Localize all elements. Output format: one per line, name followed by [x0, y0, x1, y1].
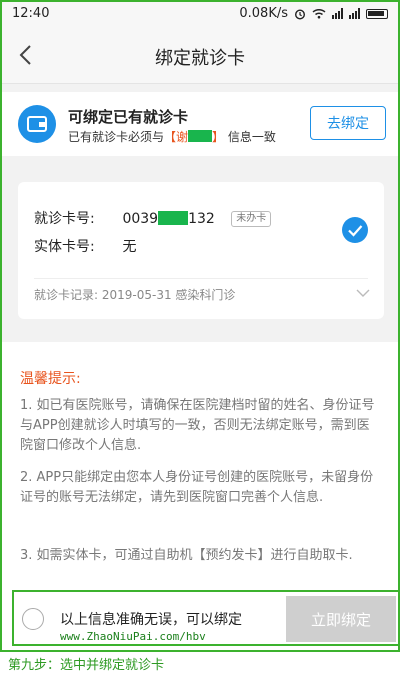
confirm-text[interactable]: 以上信息准确无误，可以绑定	[60, 609, 242, 629]
clock: 12:40	[12, 6, 50, 21]
tip-item-3: 3. 如需实体卡，可通过自助机【预约发卡】进行自助取卡.	[20, 548, 353, 563]
checkmark-icon[interactable]	[342, 217, 368, 243]
redacted-name	[188, 130, 213, 142]
divider	[34, 278, 368, 279]
physical-card-row: 实体卡号: 无	[34, 236, 136, 256]
card-record: 就诊卡记录: 2019-05-31 感染科门诊	[34, 288, 236, 302]
page-title: 绑定就诊卡	[155, 48, 245, 69]
wifi-icon	[312, 8, 326, 19]
card-number-row: 就诊卡号: 0039 132 未办卡	[34, 208, 272, 228]
battery-icon	[366, 8, 388, 19]
bind-existing-subtitle: 已有就诊卡必须与【谢 】 信息一致	[68, 128, 276, 145]
physical-card-value: 无	[122, 239, 137, 255]
confirm-radio[interactable]	[22, 608, 44, 630]
chevron-down-icon[interactable]	[356, 286, 370, 300]
alarm-icon	[294, 8, 306, 20]
physical-card-label: 实体卡号:	[34, 239, 95, 255]
redacted-card-number	[158, 211, 189, 225]
bind-now-button[interactable]: 立即绑定	[286, 596, 396, 642]
card-number-suffix: 132	[188, 211, 215, 227]
status-icons: 0.08K/s	[239, 6, 388, 21]
signal-icon	[332, 8, 343, 19]
signal-icon-2	[349, 8, 360, 19]
status-bar: 12:40 0.08K/s	[2, 2, 398, 28]
nav-bar: 绑定就诊卡	[2, 28, 398, 84]
tip-item-1: 1. 如已有医院账号，请确保在医院建档时留的姓名、身份证号与APP创建就诊人时填…	[20, 398, 375, 453]
phone-screen: 12:40 0.08K/s 绑定就诊卡 可绑定已有就诊卡 已有就诊卡必须与【谢 】…	[0, 0, 400, 652]
card-number-prefix: 0039	[122, 211, 159, 227]
patient-name-close: 】	[212, 130, 225, 144]
status-badge: 未办卡	[231, 211, 272, 227]
bottom-bar: 以上信息准确无误，可以绑定 www.ZhaoNiuPai.com/hbv 立即绑…	[12, 590, 398, 646]
tip-item-2: 2. APP只能绑定由您本人身份证号创建的医院账号，未留身份证号的账号无法绑定，…	[20, 470, 374, 505]
subtitle-suffix: 信息一致	[227, 130, 276, 144]
card-info[interactable]: 就诊卡号: 0039 132 未办卡 实体卡号: 无 就诊卡记录: 2019-05…	[18, 182, 384, 319]
network-speed: 0.08K/s	[239, 6, 288, 21]
go-bind-button[interactable]: 去绑定	[310, 106, 386, 140]
step-caption: 第九步：选中并绑定就诊卡	[8, 658, 165, 673]
watermark: www.ZhaoNiuPai.com/hbv	[60, 630, 206, 643]
bind-existing-title: 可绑定已有就诊卡	[68, 108, 189, 126]
tips-title: 温馨提示:	[20, 371, 81, 387]
wallet-icon	[18, 105, 56, 143]
card-number-label: 就诊卡号:	[34, 211, 95, 227]
subtitle-prefix: 已有就诊卡必须与	[68, 130, 165, 144]
patient-name-open: 【谢	[164, 130, 189, 144]
